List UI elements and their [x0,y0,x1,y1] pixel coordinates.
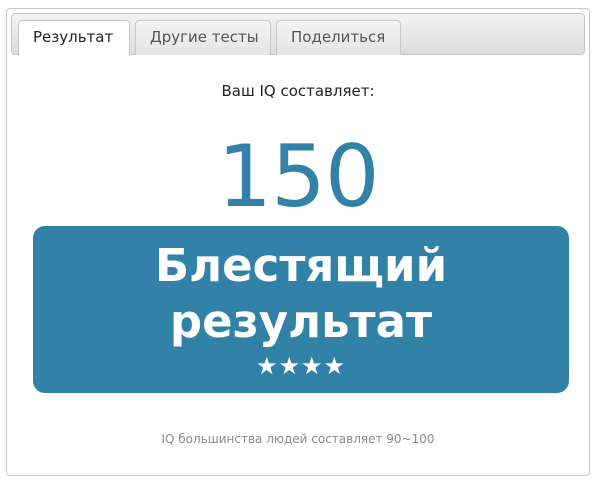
iq-footnote: IQ большинства людей составляет 90~100 [161,432,435,446]
result-title-line2: результат [169,295,433,348]
tab-bar: Результат Другие тесты Поделиться [11,13,585,56]
iq-score: 150 [217,127,379,227]
iq-lead-text: Ваш IQ составляет: [221,82,375,100]
tab-other-tests[interactable]: Другие тесты [135,20,271,55]
result-panel: Результат Другие тесты Поделиться Ваш IQ… [6,8,590,476]
tab-result[interactable]: Результат [18,20,130,56]
rating-stars: ★★★★ [255,352,347,380]
result-banner: Блестящий результат ★★★★ [33,226,569,393]
tab-share[interactable]: Поделиться [276,20,401,55]
result-title: Блестящий результат [33,238,569,350]
result-title-line1: Блестящий [154,239,448,292]
